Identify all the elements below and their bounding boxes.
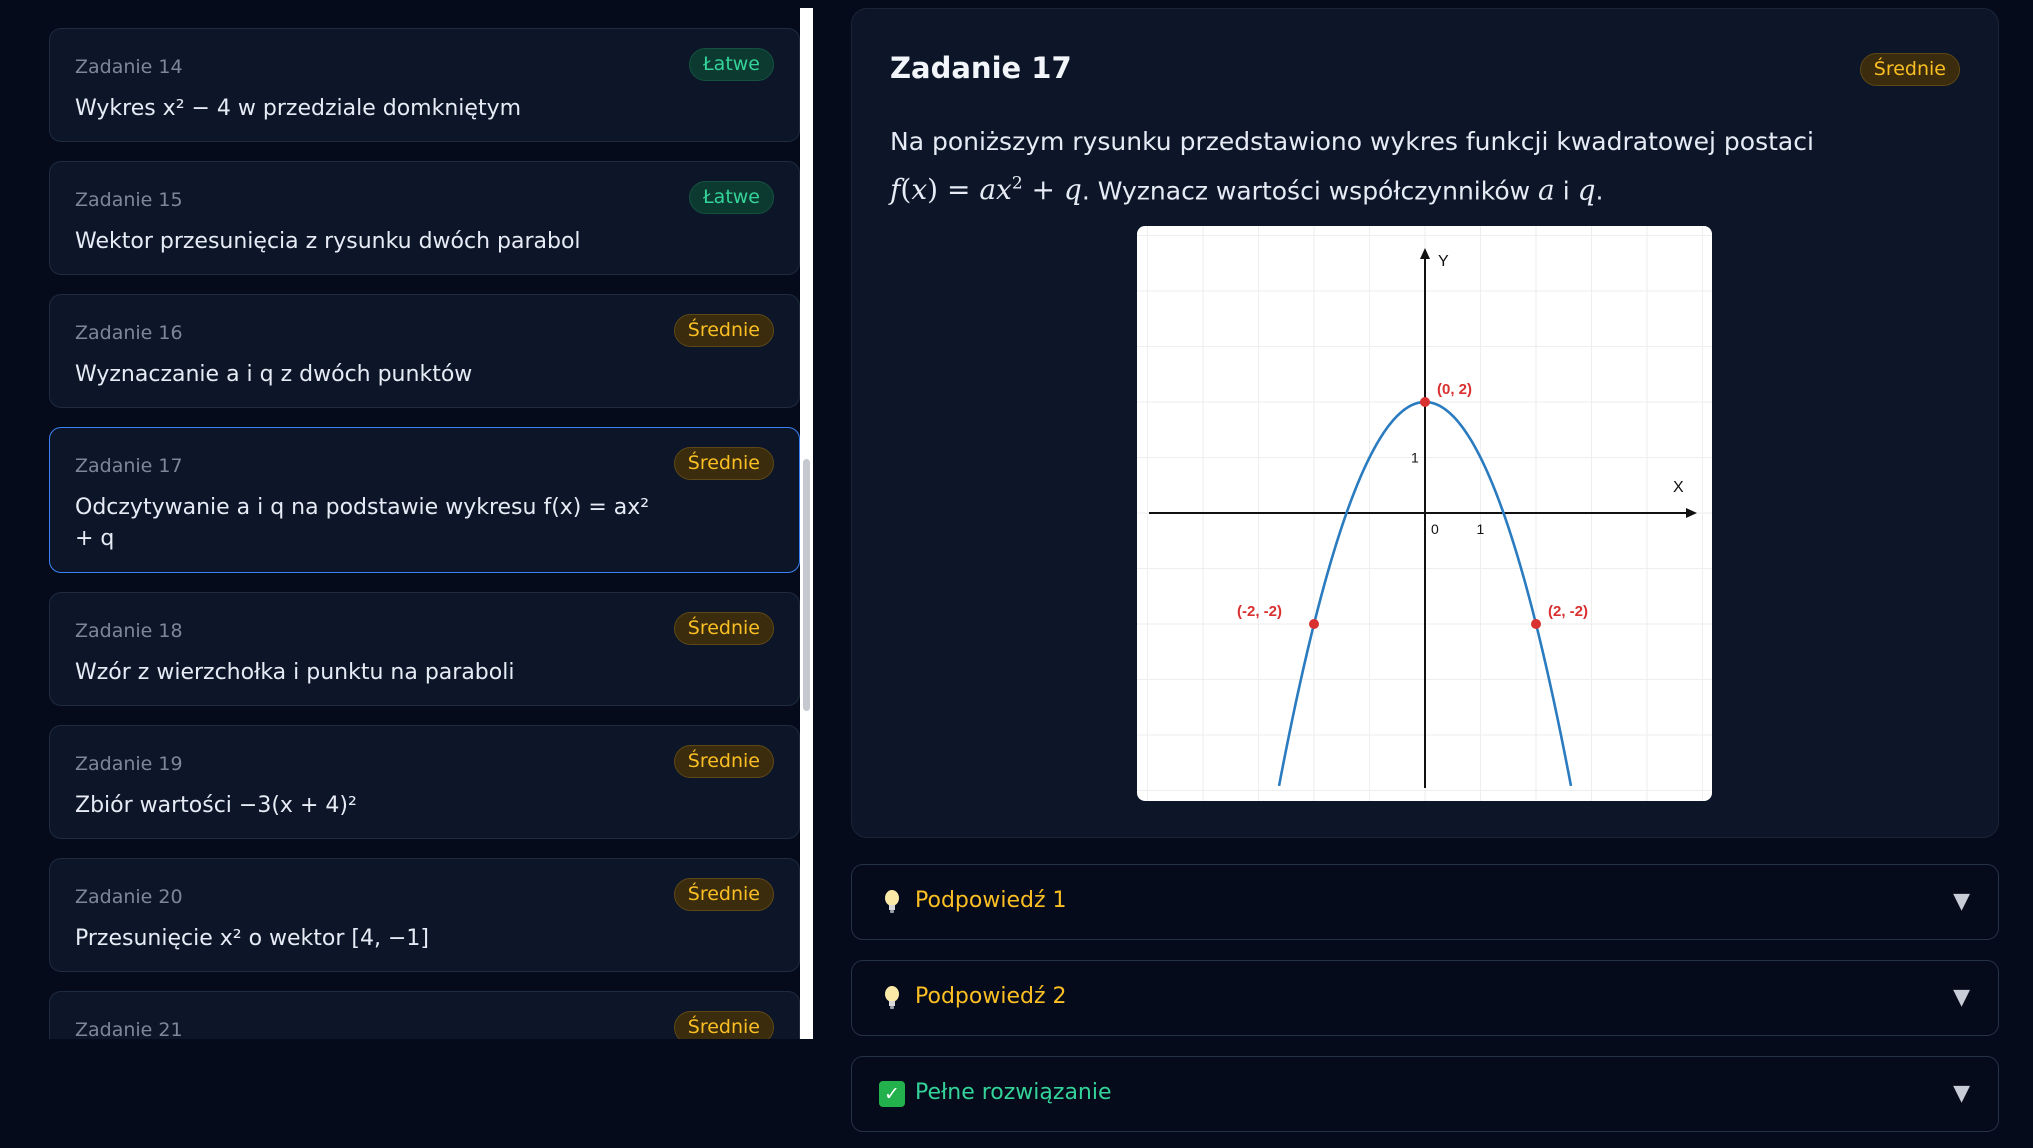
task-card-21[interactable]: Zadanie 21 Średnie (49, 991, 800, 1039)
task-card-20[interactable]: Zadanie 20 Średnie Przesunięcie x² o wek… (49, 858, 800, 972)
task-card-15[interactable]: Zadanie 15 Łatwe Wektor przesunięcia z r… (49, 161, 800, 275)
difficulty-badge: Średnie (673, 447, 774, 480)
x-axis-label: X (1673, 479, 1684, 496)
hint-2-label: Podpowiedź 2 (915, 984, 1067, 1009)
graph-point (1309, 619, 1319, 629)
difficulty-badge: Średnie (673, 1011, 774, 1039)
statement-line-1: Na poniższym rysunku przedstawiono wykre… (890, 127, 1814, 156)
difficulty-badge: Łatwe (689, 181, 774, 214)
task-number: Zadanie 17 (75, 455, 183, 477)
difficulty-badge: Średnie (673, 612, 774, 645)
point-label: (2, -2) (1548, 603, 1588, 620)
task-number: Zadanie 16 (75, 322, 183, 344)
task-title: Wykres x² − 4 w przedziale domkniętym (75, 96, 522, 121)
full-solution-accordion[interactable]: ✓ Pełne rozwiązanie ▼ (851, 1056, 1999, 1132)
hint-1-accordion[interactable]: Podpowiedź 1 ▼ (851, 864, 1999, 940)
formula-a: a (1538, 173, 1555, 207)
task-number: Zadanie 14 (75, 56, 183, 78)
task-number: Zadanie 20 (75, 886, 183, 908)
difficulty-badge: Łatwe (689, 48, 774, 81)
statement-mid: . Wyznacz wartości współczynników (1081, 176, 1539, 206)
task-card-19[interactable]: Zadanie 19 Średnie Zbiór wartości −3(x +… (49, 725, 800, 839)
point-label: (0, 2) (1437, 381, 1472, 398)
difficulty-badge: Średnie (1859, 53, 1960, 86)
task-card-18[interactable]: Zadanie 18 Średnie Wzór z wierzchołka i … (49, 592, 800, 706)
difficulty-badge: Średnie (673, 314, 774, 347)
difficulty-badge: Średnie (673, 878, 774, 911)
task-title: Zbiór wartości −3(x + 4)² (75, 793, 357, 818)
x-tick-label: 1 (1477, 521, 1485, 537)
origin-label: 0 (1431, 521, 1439, 537)
task-number: Zadanie 15 (75, 189, 183, 211)
chevron-down-icon: ▼ (1953, 1081, 1970, 1106)
problem-title: Zadanie 17 (890, 51, 1072, 85)
task-title: Wektor przesunięcia z rysunku dwóch para… (75, 229, 581, 254)
task-number: Zadanie 19 (75, 753, 183, 775)
hint-1-label: Podpowiedź 1 (915, 888, 1067, 913)
problem-panel: Zadanie 17 Średnie Na poniższym rysunku … (851, 8, 1999, 838)
hint-2-accordion[interactable]: Podpowiedź 2 ▼ (851, 960, 1999, 1036)
task-card-17-active[interactable]: Zadanie 17 Średnie Odczytywanie a i q na… (49, 427, 800, 573)
y-tick-label: 1 (1411, 450, 1419, 466)
problem-statement: Na poniższym rysunku przedstawiono wykre… (890, 121, 1950, 212)
formula-q: q (1577, 173, 1596, 207)
task-card-16[interactable]: Zadanie 16 Średnie Wyznaczanie a i q z d… (49, 294, 800, 408)
x-axis-arrow (1686, 508, 1697, 518)
difficulty-badge: Średnie (673, 745, 774, 778)
statement-and: i (1554, 176, 1578, 206)
statement-end: . (1595, 176, 1604, 206)
task-title: Odczytywanie a i q na podstawie wykresu … (75, 495, 650, 551)
task-title: Wzór z wierzchołka i punktu na paraboli (75, 660, 515, 685)
chevron-down-icon: ▼ (1953, 985, 1970, 1010)
y-axis-label: Y (1438, 253, 1449, 270)
y-axis-arrow (1420, 248, 1430, 259)
task-number: Zadanie 21 (75, 1019, 183, 1039)
check-icon: ✓ (879, 1081, 905, 1107)
task-number: Zadanie 18 (75, 620, 183, 642)
point-label: (-2, -2) (1237, 603, 1282, 620)
lightbulb-icon (885, 890, 899, 913)
graph-point (1531, 619, 1541, 629)
task-title: Wyznaczanie a i q z dwóch punktów (75, 362, 473, 387)
task-title: Przesunięcie x² o wektor [4, −1] (75, 926, 429, 951)
chevron-down-icon: ▼ (1953, 889, 1970, 914)
graph-point (1420, 397, 1430, 407)
task-list: Zadanie 14 Łatwe Wykres x² − 4 w przedzi… (49, 0, 800, 1039)
lightbulb-icon (885, 986, 899, 1009)
full-solution-label: Pełne rozwiązanie (915, 1080, 1112, 1105)
task-card-14[interactable]: Zadanie 14 Łatwe Wykres x² − 4 w przedzi… (49, 28, 800, 142)
graph-svg: X Y 0 1 1 (0, 2) (-2, -2) (2, -2) (1137, 226, 1712, 801)
function-graph: X Y 0 1 1 (0, 2) (-2, -2) (2, -2) (1137, 226, 1712, 801)
formula-fx: f(x) = ax2 + q (890, 173, 1082, 207)
list-scrollbar-thumb[interactable] (803, 459, 810, 711)
